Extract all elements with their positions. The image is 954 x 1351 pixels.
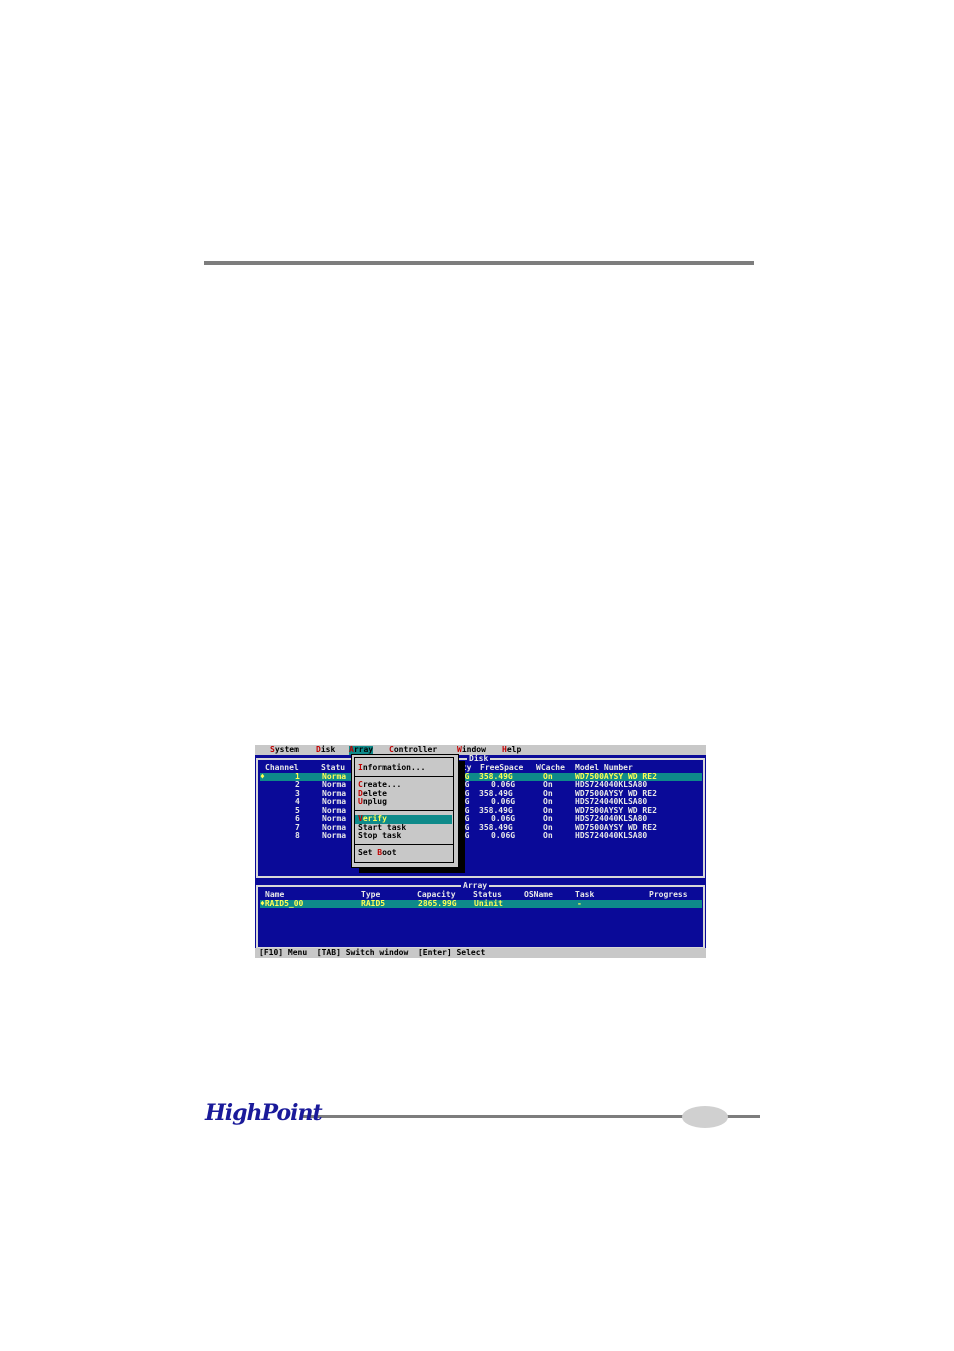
bios-screenshot: System Disk Array Controller Window Help… xyxy=(255,745,706,958)
disk-row[interactable]: 8Norma49G0.06GOnHDS724040KLSA80 xyxy=(260,831,702,841)
menu-help[interactable]: Help xyxy=(502,745,521,755)
menu-item-unplug[interactable]: Unplug xyxy=(358,797,452,807)
status-bar-text: [F10] Menu [TAB] Switch window [Enter] S… xyxy=(259,948,486,957)
page-number-oval xyxy=(682,1106,728,1128)
disk-panel: Disk Channel Statu ity FreeSpace WCache … xyxy=(256,754,705,878)
header-osname: OSName xyxy=(524,890,553,899)
menu-item-stop-task[interactable]: Stop task xyxy=(358,831,452,841)
array-row[interactable]: ♦RAID5_00 RAID5 2865.99G Uninit - xyxy=(260,899,702,908)
header-progress: Progress xyxy=(649,890,688,899)
menu-item-information[interactable]: Information... xyxy=(358,763,452,773)
menu-separator xyxy=(354,844,454,845)
menu-separator xyxy=(354,776,454,777)
header-channel: Channel xyxy=(265,763,299,772)
array-panel: Array Name Type Capacity Status OSName T… xyxy=(256,881,705,949)
array-dropdown-menu: Information... Create... Delete Unplug V… xyxy=(351,754,459,868)
menu-disk[interactable]: Disk xyxy=(316,745,335,755)
highpoint-logo: HighPoint xyxy=(205,1100,323,1126)
status-bar: [F10] Menu [TAB] Switch window [Enter] S… xyxy=(255,948,706,958)
menu-system[interactable]: System xyxy=(270,745,299,755)
menu-separator xyxy=(354,810,454,811)
top-rule xyxy=(204,261,754,265)
menu-item-set-boot[interactable]: Set Boot xyxy=(358,848,452,858)
